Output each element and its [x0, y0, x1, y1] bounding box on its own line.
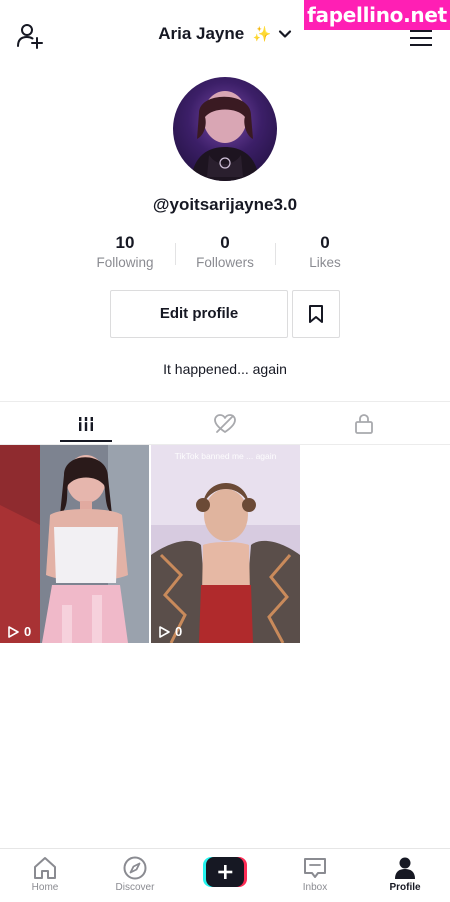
nav-label: Home: [31, 882, 59, 893]
tab-private[interactable]: [289, 402, 439, 445]
stat-value: 0: [220, 233, 230, 252]
stat-followers[interactable]: 0 Followers: [170, 233, 280, 270]
chevron-down-icon: [278, 30, 291, 38]
stat-label: Following: [96, 255, 154, 270]
video-grid: 0 TikTok banned me ... again 0: [0, 445, 450, 643]
inbox-icon: [304, 858, 326, 878]
bio-text: It happened... again: [163, 361, 287, 377]
stat-likes[interactable]: 0 Likes: [270, 233, 380, 270]
username: @yoitsarijayne3.0: [152, 195, 298, 214]
stat-label: Followers: [196, 255, 254, 270]
nav-discover[interactable]: Discover: [90, 849, 180, 902]
grid-icon: [78, 416, 94, 431]
stat-label: Likes: [309, 255, 341, 270]
stat-following[interactable]: 10 Following: [70, 233, 180, 270]
nav-inbox[interactable]: Inbox: [270, 849, 360, 902]
lock-icon: [355, 413, 373, 434]
play-icon: [8, 625, 19, 638]
tab-videos[interactable]: [11, 402, 161, 445]
video-thumbnail[interactable]: 0: [0, 445, 149, 643]
nav-label: Profile: [389, 882, 421, 893]
active-tab-indicator: [60, 440, 112, 442]
nav-label: Discover: [115, 882, 155, 893]
video-thumbnail[interactable]: TikTok banned me ... again 0: [151, 445, 300, 643]
stat-value: 10: [115, 233, 135, 252]
view-count: 0: [157, 624, 182, 639]
video-thumbnail-image: [151, 445, 300, 643]
content-tabs: [0, 401, 450, 445]
nav-profile[interactable]: Profile: [360, 849, 450, 902]
view-count-value: 0: [175, 624, 183, 639]
profile-icon: [395, 857, 415, 879]
nav-home[interactable]: Home: [0, 849, 90, 902]
profile-stats: 10 Following 0 Followers 0 Likes: [0, 233, 450, 275]
page-title: Aria Jayne: [158, 24, 245, 43]
view-count-value: 0: [24, 624, 32, 639]
video-caption: TikTok banned me ... again: [174, 451, 277, 461]
home-icon: [34, 857, 56, 879]
video-thumbnail-image: [0, 445, 149, 643]
watermark: fapellino.net: [304, 0, 450, 30]
sparkle-emoji: ✨: [252, 26, 272, 43]
bookmark-button[interactable]: [292, 290, 340, 338]
view-count: 0: [6, 624, 31, 639]
liked-hidden-icon: [214, 413, 236, 433]
avatar-photo: [191, 91, 259, 181]
create-plus-button[interactable]: [203, 857, 247, 887]
avatar[interactable]: [173, 77, 277, 181]
edit-profile-button[interactable]: Edit profile: [110, 290, 288, 338]
play-icon: [159, 625, 170, 638]
stat-value: 0: [320, 233, 330, 252]
compass-icon: [123, 856, 147, 880]
nav-label: Inbox: [302, 882, 328, 893]
bookmark-icon: [309, 305, 323, 323]
tab-liked[interactable]: [150, 402, 300, 445]
menu-icon[interactable]: [410, 30, 432, 47]
